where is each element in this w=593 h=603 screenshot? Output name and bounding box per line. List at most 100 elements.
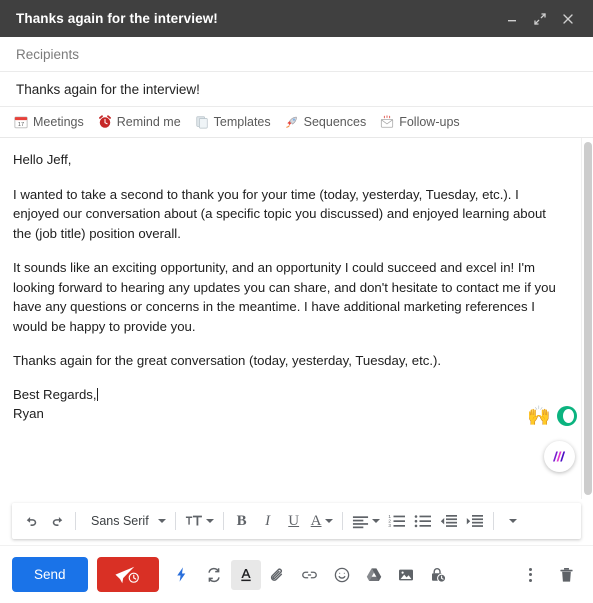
plugin-label: Follow-ups [399,115,460,129]
w-logo-icon [553,451,566,462]
plugin-sequences[interactable]: Sequences [285,115,367,129]
send-button[interactable]: Send [12,557,88,592]
alarm-icon [98,115,111,128]
plugin-label: Remind me [116,115,181,129]
attach-button[interactable] [263,560,293,590]
insert-link-button[interactable] [295,560,325,590]
italic-label: I [265,512,271,529]
bulleted-list-icon [414,514,431,527]
body-paragraph: I wanted to take a second to thank you f… [13,186,546,241]
expand-icon[interactable] [527,6,553,32]
body-paragraph: Hello Jeff, [13,152,72,167]
window-controls [499,6,581,32]
align-left-icon [352,515,368,528]
italic-button[interactable]: I [255,506,281,536]
plugin-templates[interactable]: Templates [195,115,271,129]
signature-line-1: Best Regards, [13,386,565,405]
toolbar-divider [492,512,494,530]
minimize-button[interactable] [499,6,525,32]
more-options-button[interactable] [515,560,545,590]
outdent-button[interactable] [436,506,462,536]
documents-icon [196,116,208,129]
body-paragraph: It sounds like an exciting opportunity, … [13,260,556,334]
redo-icon [52,516,62,526]
compose-window: Thanks again for the interview! Recipien… [0,0,593,603]
more-format-options-button[interactable] [499,506,525,536]
plugin-label: Meetings [33,115,84,129]
link-icon [302,571,317,578]
text-color-button[interactable]: A [307,506,337,536]
indent-button[interactable] [462,506,488,536]
confidential-icon [431,567,446,583]
redo-button[interactable] [44,506,70,536]
photo-icon [398,569,413,580]
subject-field[interactable]: Thanks again for the interview! [0,72,593,107]
bold-label: B [236,512,247,529]
font-size-button[interactable] [181,506,218,536]
close-icon[interactable] [555,6,581,32]
bulleted-list-button[interactable] [410,506,436,536]
rocket-icon [285,116,297,128]
chevron-down-icon [509,519,518,523]
chevron-down-icon [371,519,380,523]
numbered-list-button[interactable]: 1 2 3 [384,506,410,536]
body-scrollbar[interactable] [581,138,593,499]
emoji-icon [334,567,349,582]
sync-icon [207,567,220,582]
attach-icon [270,568,282,581]
text-cursor [96,387,98,401]
floating-app-logo[interactable] [544,441,575,472]
green-circle-icon[interactable] [557,406,577,426]
trash-icon [559,567,573,582]
sync-button[interactable] [199,560,229,590]
subject-value: Thanks again for the interview! [16,82,200,97]
toolbar-divider [222,512,224,530]
window-title: Thanks again for the interview! [16,11,218,26]
plugin-label: Templates [213,115,271,129]
indent-more-icon [466,514,483,527]
signature-block: Best Regards, Ryan [13,386,565,423]
sequences-lightning-button[interactable] [167,560,197,590]
message-body[interactable]: Hello Jeff, I wanted to take a second to… [0,138,581,499]
plugin-remind-me[interactable]: Remind me [98,115,181,129]
formatting-toolbar: Sans Serif B I U A 1 2 3 [12,503,581,539]
insert-emoji-button[interactable] [327,560,357,590]
scrollbar-thumb[interactable] [584,142,592,495]
insert-photo-button[interactable] [391,560,421,590]
insert-drive-button[interactable] [359,560,389,590]
svg-text:3: 3 [388,523,391,528]
chevron-down-icon [205,519,214,523]
toolbar-divider [75,512,76,530]
indent-less-icon [440,514,457,527]
underline-label: U [288,512,300,529]
raising-hands-emoji-icon: 🙌 [527,405,551,427]
discard-draft-button[interactable] [551,560,581,590]
action-bar-right-group [515,560,581,590]
calendar-icon: 17 [14,116,28,129]
action-icon-group [167,559,453,590]
signature-line-2: Ryan [13,405,44,421]
align-button[interactable] [348,506,384,536]
plugin-follow-ups[interactable]: Follow-ups [380,115,460,129]
plugin-meetings[interactable]: 17 Meetings [14,115,84,129]
message-body-area[interactable]: Hello Jeff, I wanted to take a second to… [0,138,593,499]
underline-button[interactable]: U [281,506,307,536]
schedule-send-button[interactable] [96,557,159,592]
recipients-field[interactable]: Recipients [0,37,593,72]
toolbar-divider [174,512,176,530]
plugin-toolbar: 17 Meetings Remind me Templates Sequence… [0,107,593,138]
send-later-icon [115,566,139,583]
recipients-placeholder: Recipients [16,47,80,62]
envelope-icon [381,115,394,128]
text-format-button[interactable] [230,559,261,590]
text-format-icon [240,568,251,581]
font-family-select[interactable]: Sans Serif [81,506,170,536]
floating-emoji-group: 🙌 [527,406,577,426]
lightning-icon [177,567,186,582]
bold-button[interactable]: B [229,506,255,536]
chevron-down-icon [157,519,166,523]
undo-button[interactable] [18,506,44,536]
font-family-value: Sans Serif [91,514,149,528]
confidential-mode-button[interactable] [423,560,453,590]
plugin-label: Sequences [303,115,367,129]
